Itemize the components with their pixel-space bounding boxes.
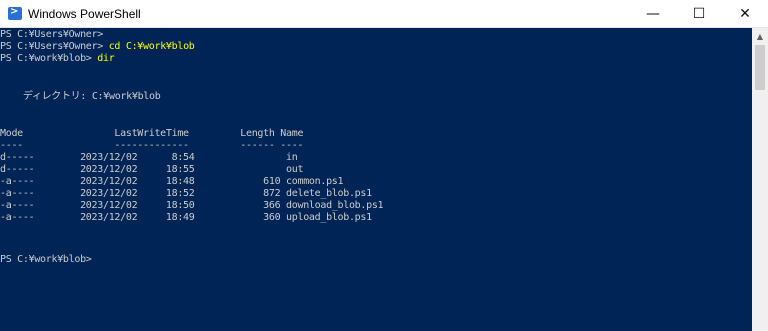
powershell-icon: > bbox=[8, 6, 22, 20]
vertical-scrollbar[interactable]: ▲ bbox=[752, 28, 768, 331]
listing-row: -a---- 2023/12/02 18:50 366 download_blo… bbox=[0, 200, 384, 211]
prompt-line: PS C:¥Users¥Owner> cd C:¥work¥blob bbox=[0, 41, 195, 53]
listing-row: d----- 2023/12/02 8:54 in bbox=[0, 152, 298, 163]
listing-row: -a---- 2023/12/02 18:52 872 delete_blob.… bbox=[0, 188, 372, 199]
close-button[interactable]: ✕ bbox=[722, 0, 768, 28]
scroll-up-icon[interactable]: ▲ bbox=[752, 28, 768, 44]
listing-row: -a---- 2023/12/02 18:49 360 upload_blob.… bbox=[0, 212, 372, 223]
prompt: PS C:¥Users¥Owner> bbox=[0, 41, 109, 52]
directory-label: ディレクトリ: C:¥work¥blob bbox=[0, 91, 161, 102]
command-text: dir bbox=[97, 53, 115, 64]
minimize-button[interactable]: — bbox=[630, 0, 676, 28]
listing-header: Mode LastWriteTime Length Name bbox=[0, 128, 304, 139]
prompt-line: PS C:¥work¥blob> dir bbox=[0, 53, 115, 65]
command-text: cd C:¥work¥blob bbox=[108, 41, 195, 52]
final-prompt: PS C:¥work¥blob> bbox=[0, 254, 92, 265]
prompt: PS C:¥Users¥Owner> bbox=[0, 29, 103, 40]
listing-separator: ---- ------------- ------ ---- bbox=[0, 140, 304, 151]
prompt-line: PS C:¥Users¥Owner> bbox=[0, 29, 103, 41]
maximize-button[interactable]: ☐ bbox=[676, 0, 722, 28]
prompt: PS C:¥work¥blob> bbox=[0, 53, 98, 64]
title-bar: > Windows PowerShell — ☐ ✕ bbox=[0, 0, 768, 28]
window-title: Windows PowerShell bbox=[28, 7, 141, 21]
console-area[interactable]: PS C:¥Users¥Owner> PS C:¥Users¥Owner> cd… bbox=[0, 28, 752, 331]
listing-row: -a---- 2023/12/02 18:48 610 common.ps1 bbox=[0, 176, 344, 187]
scrollbar-thumb[interactable] bbox=[755, 45, 765, 90]
listing-row: d----- 2023/12/02 18:55 out bbox=[0, 164, 304, 175]
